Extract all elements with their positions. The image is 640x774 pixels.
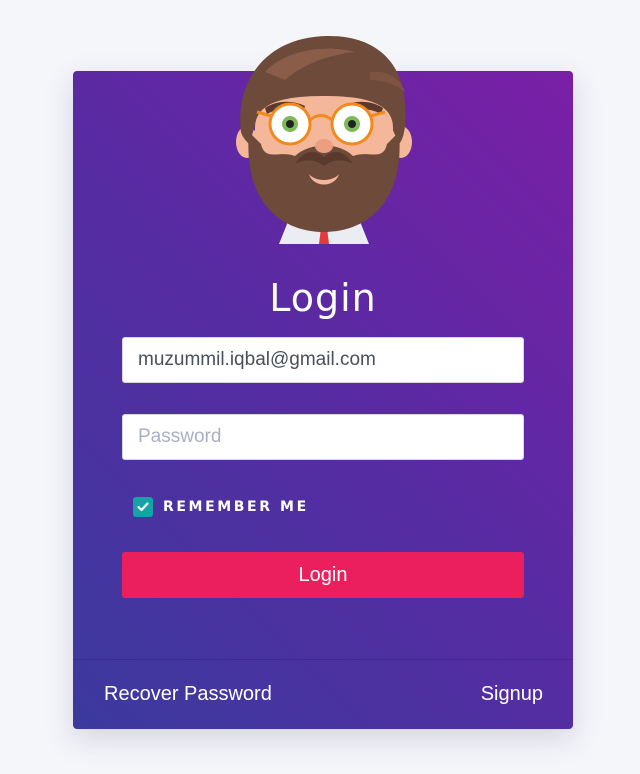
login-title: Login [269, 276, 377, 320]
login-button[interactable]: Login [122, 552, 524, 598]
remember-me-checkbox[interactable]: REMEMBER ME [133, 496, 309, 518]
remember-me-label: REMEMBER ME [163, 499, 309, 515]
password-field[interactable] [122, 414, 524, 460]
recover-password-link[interactable]: Recover Password [104, 683, 272, 706]
signup-link[interactable]: Signup [481, 683, 543, 706]
bearded-man-avatar-icon [235, 32, 413, 244]
email-field[interactable] [122, 337, 524, 383]
check-icon [137, 502, 149, 512]
footer-divider [73, 659, 573, 660]
login-page: Login REMEMBER ME Login Recover Password… [0, 0, 640, 774]
checkbox-box[interactable] [133, 497, 153, 517]
